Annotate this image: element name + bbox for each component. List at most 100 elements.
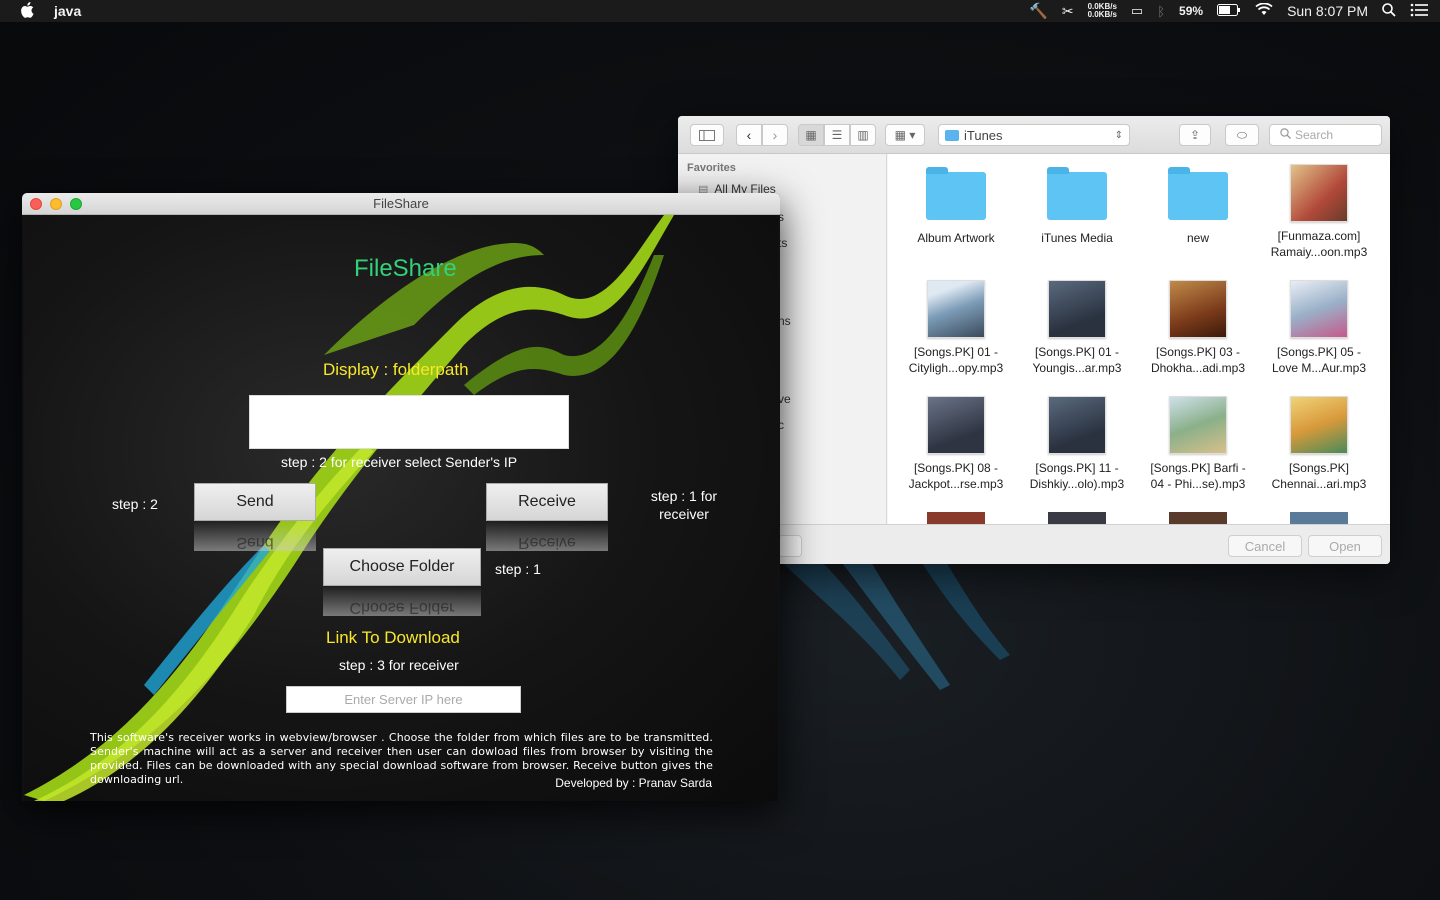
file-item-barfi[interactable]: [Songs.PK] Barfi - 04 - Phi...se).mp3 bbox=[1138, 396, 1258, 492]
wifi-icon[interactable] bbox=[1255, 2, 1273, 19]
zoom-window-button[interactable] bbox=[70, 198, 82, 210]
app-heading: FileShare bbox=[354, 255, 457, 282]
battery-icon[interactable] bbox=[1217, 3, 1241, 19]
file-label-line2: Dhokha...adi.mp3 bbox=[1150, 361, 1246, 375]
album-art-thumbnail bbox=[927, 280, 985, 338]
share-button[interactable]: ⇪ bbox=[1179, 124, 1211, 146]
album-art-thumbnail-partial[interactable] bbox=[927, 512, 985, 524]
receive-button[interactable]: Receive bbox=[486, 483, 608, 521]
net-down: 0.0KB/s bbox=[1087, 10, 1117, 19]
display-folderpath-label: Display : folderpath bbox=[323, 360, 469, 379]
column-view-button[interactable]: ▥ bbox=[850, 124, 876, 146]
file-label-line1: [Songs.PK] 01 - bbox=[913, 345, 999, 359]
link-to-download-label: Link To Download bbox=[326, 628, 460, 647]
cancel-button[interactable]: Cancel bbox=[1228, 535, 1302, 557]
file-label-line1: [Songs.PK] 01 - bbox=[1034, 345, 1120, 359]
file-grid: Album Artwork iTunes Media new [Funmaza.… bbox=[888, 154, 1390, 524]
send-button-reflection: Send bbox=[194, 521, 316, 551]
path-popup[interactable]: iTunes ⇕ bbox=[938, 124, 1130, 146]
step1-receiver-label: step : 1 for receiver bbox=[634, 487, 734, 523]
file-item-youngistaan[interactable]: [Songs.PK] 01 - Youngis...ar.mp3 bbox=[1017, 280, 1137, 376]
forward-button[interactable]: › bbox=[762, 124, 788, 146]
search-placeholder: Search bbox=[1295, 128, 1334, 142]
path-label: iTunes bbox=[964, 127, 1003, 143]
updown-chevron-icon: ⇕ bbox=[1114, 129, 1123, 141]
file-item-itunes-media[interactable]: iTunes Media bbox=[1017, 166, 1137, 246]
minimize-window-button[interactable] bbox=[50, 198, 62, 210]
file-item-jackpot[interactable]: [Songs.PK] 08 - Jackpot...rse.mp3 bbox=[896, 396, 1016, 492]
file-label-line2: 04 - Phi...se).mp3 bbox=[1150, 477, 1246, 491]
step1-receiver-line1: step : 1 for bbox=[650, 488, 718, 504]
album-art-thumbnail-partial[interactable] bbox=[1048, 512, 1106, 524]
file-item-ramaiya[interactable]: [Funmaza.com] Ramaiy...oon.mp3 bbox=[1259, 164, 1379, 260]
finder-open-dialog: ‹ › ▦ ☰ ▥ ▦ ▾ iTunes ⇕ ⇪ ⬭ Search Favori… bbox=[678, 116, 1390, 564]
step2-receiver-label: step : 2 for receiver select Sender's IP bbox=[281, 454, 518, 470]
sidebar-icon bbox=[699, 129, 715, 141]
album-art-thumbnail-partial[interactable] bbox=[1169, 512, 1227, 524]
file-label-line2: Chennai...ari.mp3 bbox=[1271, 477, 1367, 491]
album-art-thumbnail-partial[interactable] bbox=[1290, 512, 1348, 524]
file-label-line2: Cityligh...opy.mp3 bbox=[908, 361, 1004, 375]
tag-button[interactable]: ⬭ bbox=[1225, 124, 1259, 146]
file-item-chennai-express[interactable]: [Songs.PK] Chennai...ari.mp3 bbox=[1259, 396, 1379, 492]
file-item-citylights[interactable]: [Songs.PK] 01 - Cityligh...opy.mp3 bbox=[896, 280, 1016, 376]
network-speed[interactable]: 0.0KB/s 0.0KB/s bbox=[1088, 3, 1117, 19]
file-item-dhokha[interactable]: [Songs.PK] 03 - Dhokha...adi.mp3 bbox=[1138, 280, 1258, 376]
fileshare-titlebar[interactable]: FileShare bbox=[22, 193, 780, 215]
file-label: iTunes Media bbox=[1041, 231, 1113, 245]
notification-center-icon[interactable] bbox=[1410, 3, 1428, 20]
folder-icon bbox=[1168, 167, 1228, 220]
apple-menu-icon[interactable] bbox=[20, 1, 40, 21]
folderpath-display-field[interactable] bbox=[249, 395, 569, 449]
file-item-dishkiyaoon[interactable]: [Songs.PK] 11 - Dishkiy...olo).mp3 bbox=[1017, 396, 1137, 492]
album-art-thumbnail bbox=[1169, 396, 1227, 454]
battery-percent[interactable]: 59% bbox=[1179, 4, 1203, 18]
menu-bar: java 🔨 ✂ 0.0KB/s 0.0KB/s ▭ ᛒ 59% Sun 8:0… bbox=[0, 0, 1440, 22]
file-label-line2: Jackpot...rse.mp3 bbox=[908, 477, 1004, 491]
clock[interactable]: Sun 8:07 PM bbox=[1287, 3, 1368, 19]
album-art-thumbnail bbox=[1290, 396, 1348, 454]
folder-icon bbox=[1047, 167, 1107, 220]
server-ip-input[interactable]: Enter Server IP here bbox=[286, 686, 521, 713]
finder-toolbar: ‹ › ▦ ☰ ▥ ▦ ▾ iTunes ⇕ ⇪ ⬭ Search bbox=[678, 116, 1390, 154]
album-art-thumbnail bbox=[1290, 164, 1348, 222]
spotlight-search-icon[interactable] bbox=[1382, 2, 1396, 20]
album-art-thumbnail bbox=[1290, 280, 1348, 338]
album-art-thumbnail bbox=[1048, 280, 1106, 338]
app-name-menu[interactable]: java bbox=[54, 3, 81, 19]
file-label-line1: [Funmaza.com] bbox=[1277, 229, 1361, 243]
file-label-line1: [Songs.PK] bbox=[1288, 461, 1350, 475]
close-window-button[interactable] bbox=[30, 198, 42, 210]
album-art-thumbnail bbox=[927, 396, 985, 454]
sidebar-toggle-button[interactable] bbox=[690, 124, 724, 146]
spotlight-hammer-icon[interactable]: 🔨 bbox=[1029, 2, 1048, 20]
chevron-left-icon: ‹ bbox=[746, 127, 752, 143]
tools-icon[interactable]: ✂ bbox=[1062, 3, 1074, 20]
search-field[interactable]: Search bbox=[1269, 124, 1382, 146]
fileshare-window: FileShare FileShare Display : folderpath… bbox=[22, 193, 780, 801]
columns-icon: ▥ bbox=[857, 128, 869, 142]
search-icon bbox=[1280, 128, 1291, 142]
bluetooth-icon[interactable]: ᛒ bbox=[1157, 4, 1165, 19]
arrange-grid-icon: ▦ ▾ bbox=[894, 128, 916, 142]
airplay-icon[interactable]: ▭ bbox=[1131, 3, 1143, 19]
icon-view-button[interactable]: ▦ bbox=[798, 124, 824, 146]
choose-folder-button[interactable]: Choose Folder bbox=[323, 548, 481, 586]
file-label-line2: Ramaiy...oon.mp3 bbox=[1270, 245, 1368, 259]
send-button[interactable]: Send bbox=[194, 483, 316, 521]
album-art-thumbnail bbox=[1048, 396, 1106, 454]
options-button[interactable] bbox=[778, 535, 802, 557]
back-button[interactable]: ‹ bbox=[736, 124, 762, 146]
file-label-line2: Youngis...ar.mp3 bbox=[1032, 361, 1122, 375]
window-title: FileShare bbox=[373, 196, 429, 211]
file-item-album-artwork[interactable]: Album Artwork bbox=[896, 166, 1016, 246]
developer-credit: Developed by : Pranav Sarda bbox=[555, 776, 712, 790]
file-item-love-mein[interactable]: [Songs.PK] 05 - Love M...Aur.mp3 bbox=[1259, 280, 1379, 376]
file-item-new[interactable]: new bbox=[1138, 166, 1258, 246]
arrange-button[interactable]: ▦ ▾ bbox=[885, 124, 925, 146]
folder-icon bbox=[945, 129, 959, 141]
fileshare-content: FileShare Display : folderpath step : 2 … bbox=[24, 215, 778, 801]
file-label: new bbox=[1186, 231, 1209, 245]
open-button[interactable]: Open bbox=[1308, 535, 1382, 557]
list-view-button[interactable]: ☰ bbox=[824, 124, 850, 146]
